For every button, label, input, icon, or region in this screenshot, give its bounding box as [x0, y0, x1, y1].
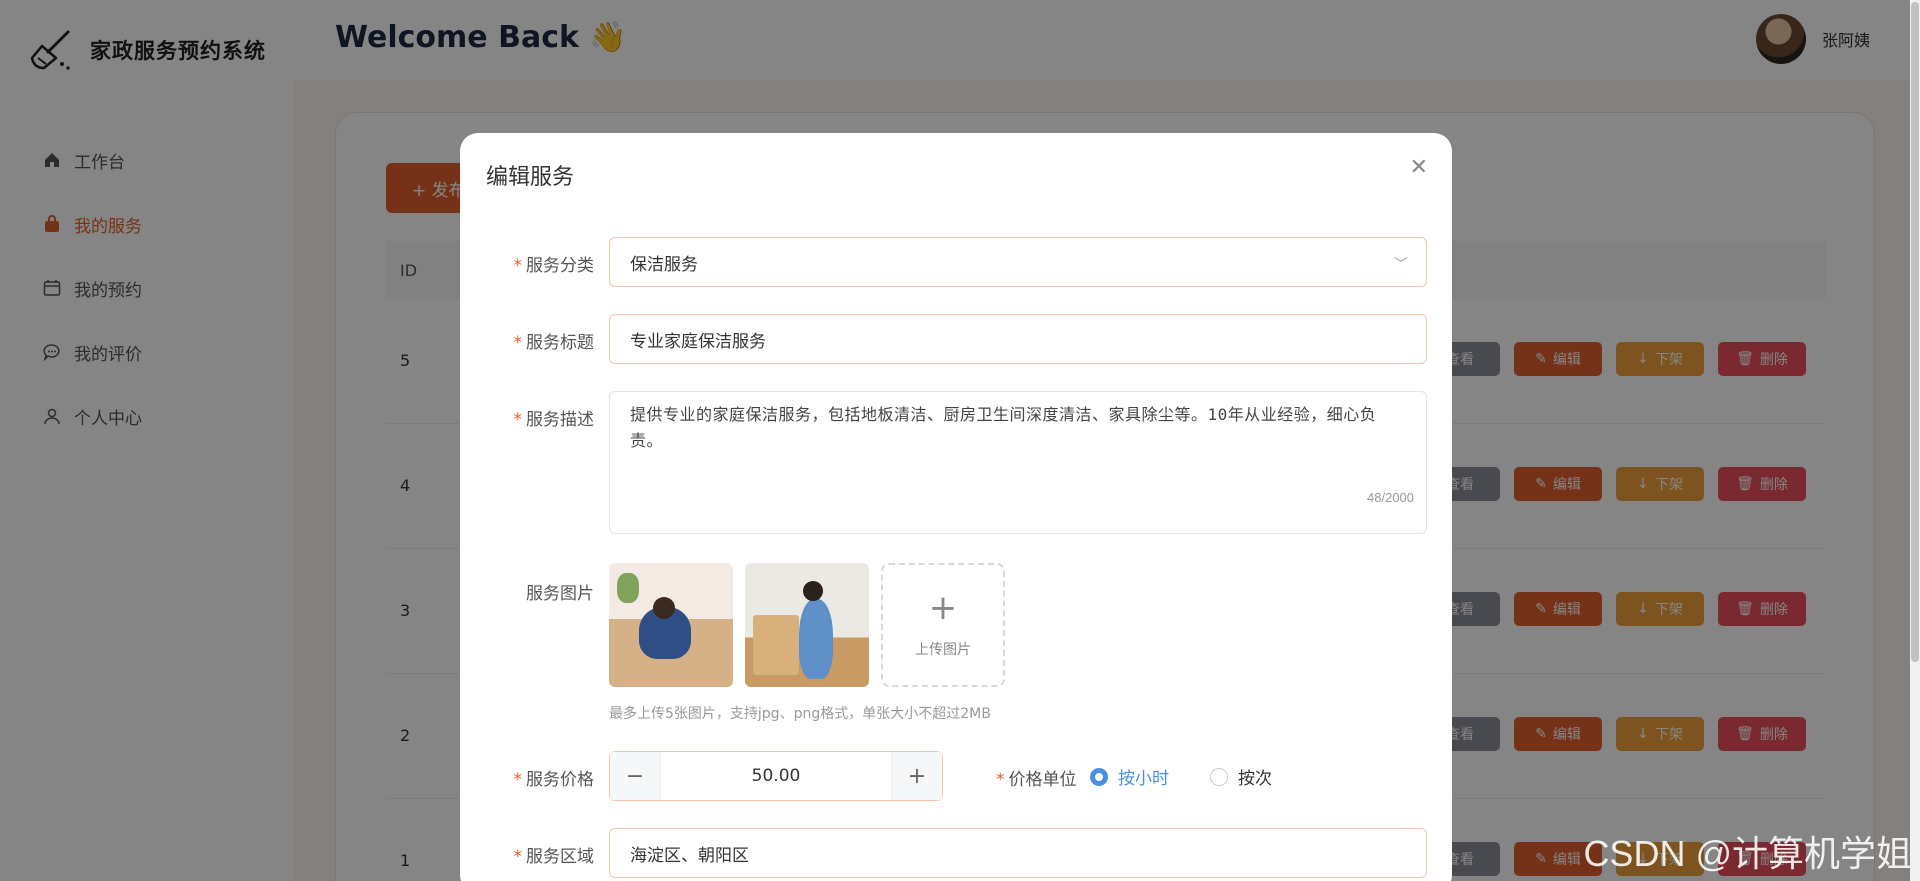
category-label: * 服务分类: [513, 256, 595, 276]
service-area-input[interactable]: 海淀区、朝阳区: [609, 828, 1427, 878]
upload-image-button[interactable]: + 上传图片: [881, 563, 1005, 687]
radio-unchecked-icon: [1210, 767, 1228, 786]
price-input[interactable]: 50.00: [660, 752, 892, 800]
area-label: * 服务区域: [513, 847, 595, 867]
increment-button[interactable]: +: [892, 752, 942, 800]
upload-hint: 最多上传5张图片，支持jpg、png格式，单张大小不超过2MB: [609, 706, 991, 722]
price-unit-label: * 价格单位: [996, 770, 1077, 790]
description-textarea[interactable]: 提供专业的家庭保洁服务，包括地板清洁、厨房卫生间深度清洁、家具除尘等。10年从业…: [609, 391, 1427, 534]
page-scrollbar[interactable]: [1910, 0, 1920, 881]
category-select[interactable]: 保洁服务 ﹀: [609, 237, 1427, 287]
service-image-thumbnail[interactable]: [745, 563, 869, 687]
service-title-input[interactable]: 专业家庭保洁服务: [609, 314, 1427, 364]
price-label: * 服务价格: [513, 770, 595, 790]
service-image-thumbnail[interactable]: [609, 563, 733, 687]
price-stepper: − 50.00 +: [609, 751, 943, 801]
radio-per-time[interactable]: 按次: [1210, 764, 1272, 789]
chevron-down-icon: ﹀: [1394, 257, 1408, 273]
title-label: * 服务标题: [513, 333, 595, 353]
decrement-button[interactable]: −: [610, 752, 660, 800]
scrollbar-thumb[interactable]: [1911, 2, 1919, 662]
radio-per-hour[interactable]: 按小时: [1090, 764, 1169, 789]
close-icon[interactable]: ✕: [1410, 155, 1428, 180]
char-counter: 48/2000: [1367, 490, 1414, 505]
images-label: 服务图片: [526, 584, 594, 604]
watermark: CSDN @计算机学姐: [1583, 833, 1912, 874]
edit-service-dialog: 编辑服务 ✕ * 服务分类 保洁服务 ﹀ * 服务标题 专业家庭保洁服务 * 服务描述…: [460, 133, 1452, 881]
dialog-title: 编辑服务: [486, 165, 575, 190]
plus-icon: +: [928, 588, 958, 628]
description-label: * 服务描述: [513, 410, 595, 430]
radio-checked-icon: [1090, 767, 1108, 786]
